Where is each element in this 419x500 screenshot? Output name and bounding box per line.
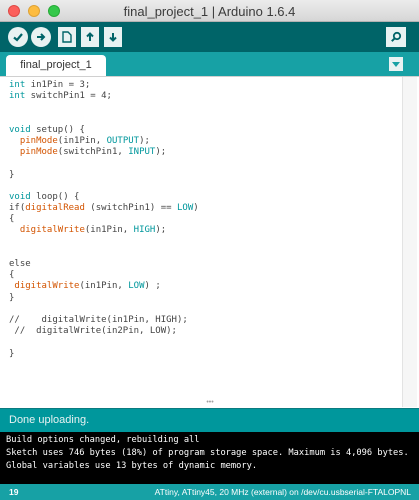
code-line: { — [9, 270, 15, 281]
code-line: void setup() { — [9, 124, 85, 135]
code-line: if(digitalRead (switchPin1) == LOW) — [9, 203, 199, 214]
console-line: Sketch uses 746 bytes (18%) of program s… — [6, 448, 409, 458]
editor-vertical-scrollbar[interactable] — [402, 77, 417, 407]
code-editor[interactable]: int in1Pin = 3; int switchPin1 = 4; void … — [0, 76, 419, 408]
window-title: final_project_1 | Arduino 1.6.4 — [123, 4, 296, 19]
arrow-up-icon — [86, 32, 94, 41]
code-line: int in1Pin = 3; — [9, 80, 91, 90]
footer-bar: 19 ATtiny, ATtiny45, 20 MHz (external) o… — [0, 484, 419, 500]
code-line: void loop() { — [9, 191, 80, 202]
magnifier-icon — [391, 31, 402, 42]
code-line: } — [9, 348, 15, 359]
code-line: // digitalWrite(in2Pin, LOW); — [9, 326, 177, 337]
current-line-number: 19 — [9, 487, 19, 497]
tab-label: final_project_1 — [20, 59, 92, 71]
code-line: pinMode(switchPin1, INPUT); — [19, 147, 167, 158]
tab-final-project-1[interactable]: final_project_1 — [6, 55, 106, 76]
code-line: digitalWrite(in1Pin, HIGH); — [19, 225, 167, 236]
board-info: ATtiny, ATtiny45, 20 MHz (external) on /… — [154, 487, 411, 497]
status-bar: Done uploading. — [0, 408, 419, 432]
new-sketch-button[interactable] — [58, 27, 76, 47]
code-line: } — [9, 292, 15, 303]
code-line: else — [9, 259, 31, 269]
open-sketch-button[interactable] — [81, 27, 99, 47]
status-message: Done uploading. — [9, 414, 90, 426]
code-line: // digitalWrite(in1Pin, HIGH); — [9, 314, 188, 325]
console-line: Global variables use 13 bytes of dynamic… — [6, 461, 258, 471]
serial-monitor-button[interactable] — [386, 27, 406, 47]
verify-button[interactable] — [8, 27, 28, 47]
arrow-right-icon — [37, 33, 46, 41]
save-sketch-button[interactable] — [104, 27, 122, 47]
code-line: { — [9, 214, 15, 225]
code-line: digitalWrite(in1Pin, LOW) ; — [14, 281, 161, 292]
pane-divider-handle[interactable]: ••• — [205, 399, 215, 406]
window-title-bar: final_project_1 | Arduino 1.6.4 — [0, 0, 419, 22]
upload-button[interactable] — [31, 27, 51, 47]
tab-menu-button[interactable] — [389, 57, 403, 71]
toolbar — [0, 22, 419, 52]
code-text-area[interactable]: int in1Pin = 3; int switchPin1 = 4; void … — [9, 80, 395, 400]
console-line: Build options changed, rebuilding all — [6, 435, 200, 445]
new-file-icon — [62, 31, 72, 43]
checkmark-icon — [13, 33, 23, 42]
tab-strip: final_project_1 — [0, 52, 419, 76]
chevron-down-icon — [392, 61, 400, 67]
console-output: Build options changed, rebuilding all Sk… — [0, 432, 419, 484]
code-line: pinMode(in1Pin, OUTPUT); — [19, 135, 150, 146]
arrow-down-icon — [109, 33, 117, 42]
code-line: int switchPin1 = 4; — [9, 91, 112, 102]
code-line: } — [9, 169, 15, 180]
